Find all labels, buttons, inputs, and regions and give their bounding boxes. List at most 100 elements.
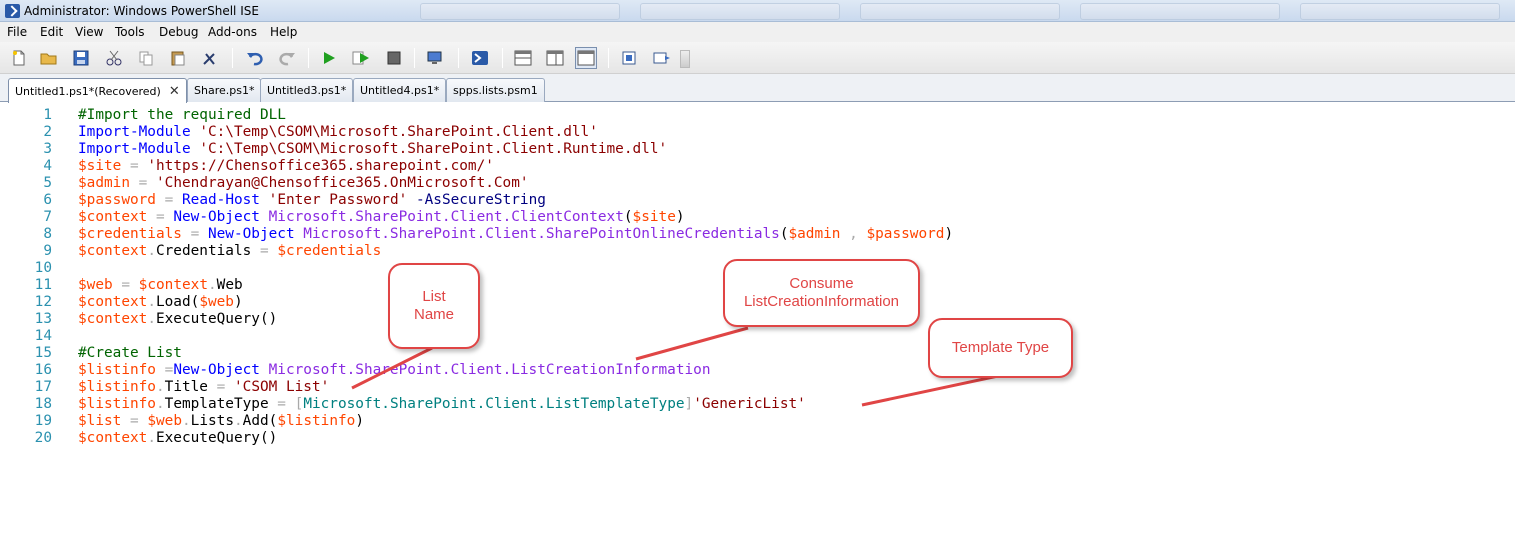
code-token: Microsoft.SharePoint.Client.ClientContex… <box>268 209 624 225</box>
code-token: () <box>259 311 278 327</box>
layout-top-icon[interactable] <box>512 47 534 69</box>
code-token: ( <box>190 294 200 310</box>
line-code[interactable]: #Import the required DLL <box>78 107 286 124</box>
new-file-icon[interactable] <box>8 47 30 69</box>
tab-untitled4[interactable]: Untitled4.ps1* <box>353 78 447 102</box>
code-token: Import-Module <box>78 141 191 157</box>
line-code[interactable]: $credentials = New-Object Microsoft.Shar… <box>78 226 953 243</box>
code-token: . <box>147 294 156 310</box>
code-line[interactable]: 17 $listinfo.Title = 'CSOM List' <box>0 379 1515 396</box>
layout-max-icon[interactable] <box>575 47 597 69</box>
code-token: = <box>277 396 286 412</box>
line-code[interactable]: $listinfo.Title = 'CSOM List' <box>78 379 329 396</box>
cut-icon[interactable] <box>103 47 125 69</box>
code-line[interactable]: 19 $list = $web.Lists.Add($listinfo) <box>0 413 1515 430</box>
menu-file[interactable]: File <box>7 25 27 39</box>
callout-template-type: Template Type <box>928 318 1073 378</box>
code-token: $web <box>147 413 182 429</box>
code-line[interactable]: 1 #Import the required DLL <box>0 107 1515 124</box>
code-token: $list <box>78 413 122 429</box>
code-line[interactable]: 15 #Create List <box>0 345 1515 362</box>
line-number: 18 <box>34 396 52 412</box>
code-line[interactable]: 16 $listinfo =New-Object Microsoft.ShareP… <box>0 362 1515 379</box>
undo-icon[interactable] <box>244 47 266 69</box>
save-icon[interactable] <box>70 47 92 69</box>
line-code[interactable]: Import-Module 'C:\Temp\CSOM\Microsoft.Sh… <box>78 124 598 141</box>
line-code[interactable]: #Create List <box>78 345 182 362</box>
code-line[interactable]: 14 <box>0 328 1515 345</box>
line-code[interactable]: $context.Credentials = $credentials <box>78 243 381 260</box>
code-token: $context <box>138 277 208 293</box>
tab-untitled1[interactable]: Untitled1.ps1*(Recovered) ✕ <box>8 78 187 103</box>
code-line[interactable]: 20 $context.ExecuteQuery() <box>0 430 1515 447</box>
code-token: Title <box>164 379 208 395</box>
code-token: 'C:\Temp\CSOM\Microsoft.SharePoint.Clien… <box>199 124 598 140</box>
tab-share[interactable]: Share.ps1* <box>187 78 262 102</box>
code-token: $context <box>78 311 148 327</box>
stop-icon[interactable] <box>383 47 405 69</box>
powershell-logo-icon <box>5 4 20 18</box>
code-token: $web <box>78 277 113 293</box>
menu-edit[interactable]: Edit <box>40 25 63 39</box>
close-tab-icon[interactable]: ✕ <box>169 84 180 99</box>
line-code[interactable]: $site = 'https://Chensoffice365.sharepoi… <box>78 158 494 175</box>
menu-tools[interactable]: Tools <box>115 25 145 39</box>
menu-view[interactable]: View <box>75 25 103 39</box>
tab-untitled3[interactable]: Untitled3.ps1* <box>260 78 354 102</box>
toolbar-overflow-grip[interactable] <box>680 50 690 68</box>
code-line[interactable]: 5 $admin = 'Chendrayan@Chensoffice365.OnM… <box>0 175 1515 192</box>
line-code[interactable]: $listinfo.TemplateType = [Microsoft.Shar… <box>78 396 806 413</box>
run-icon[interactable] <box>318 47 340 69</box>
powershell-icon[interactable] <box>469 47 491 69</box>
title-bar: Administrator: Windows PowerShell ISE <box>0 0 1515 22</box>
menu-debug[interactable]: Debug <box>159 25 198 39</box>
line-code[interactable]: $context.ExecuteQuery() <box>78 430 277 447</box>
line-code[interactable]: $password = Read-Host 'Enter Password' -… <box>78 192 546 209</box>
remote-tab-icon[interactable] <box>424 47 446 69</box>
menu-addons[interactable]: Add-ons <box>208 25 257 39</box>
code-token: ) <box>233 294 243 310</box>
code-line[interactable]: 4 $site = 'https://Chensoffice365.sharepo… <box>0 158 1515 175</box>
code-line[interactable]: 8 $credentials = New-Object Microsoft.Sha… <box>0 226 1515 243</box>
tab-label: Untitled3.ps1* <box>267 84 347 97</box>
line-code[interactable]: $admin = 'Chendrayan@Chensoffice365.OnMi… <box>78 175 529 192</box>
code-line[interactable]: 3 Import-Module 'C:\Temp\CSOM\Microsoft.S… <box>0 141 1515 158</box>
line-code[interactable]: $web = $context.Web <box>78 277 243 294</box>
code-token: Import-Module <box>78 124 191 140</box>
copy-icon[interactable] <box>135 47 157 69</box>
line-code[interactable]: $list = $web.Lists.Add($listinfo) <box>78 413 364 430</box>
code-token: . <box>155 379 165 395</box>
layout-right-icon[interactable] <box>544 47 566 69</box>
show-command-icon[interactable] <box>651 47 673 69</box>
code-token: 'CSOM List' <box>234 379 330 395</box>
line-code[interactable]: $context = New-Object Microsoft.SharePoi… <box>78 209 685 226</box>
code-token: #Import the required DLL <box>78 107 286 123</box>
paste-icon[interactable] <box>167 47 189 69</box>
code-token: $web <box>199 294 234 310</box>
line-number: 10 <box>34 260 52 276</box>
toolbar-separator <box>502 48 503 68</box>
run-selection-icon[interactable] <box>350 47 372 69</box>
code-line[interactable]: 6 $password = Read-Host 'Enter Password' … <box>0 192 1515 209</box>
menu-help[interactable]: Help <box>270 25 297 39</box>
line-code[interactable]: $context.ExecuteQuery() <box>78 311 277 328</box>
line-code[interactable]: $listinfo =New-Object Microsoft.SharePoi… <box>78 362 711 379</box>
redo-icon[interactable] <box>276 47 298 69</box>
tab-spps-lists[interactable]: spps.lists.psm1 <box>446 78 545 102</box>
line-number: 11 <box>34 277 52 293</box>
code-line[interactable]: 2 Import-Module 'C:\Temp\CSOM\Microsoft.S… <box>0 124 1515 141</box>
clear-icon[interactable] <box>199 47 221 69</box>
line-code[interactable]: Import-Module 'C:\Temp\CSOM\Microsoft.Sh… <box>78 141 667 158</box>
code-token: Microsoft.SharePoint.Client.ListCreation… <box>268 362 711 378</box>
code-token: $listinfo <box>78 396 156 412</box>
code-line[interactable]: 7 $context = New-Object Microsoft.SharePo… <box>0 209 1515 226</box>
open-folder-icon[interactable] <box>38 47 60 69</box>
show-script-pane-icon[interactable] <box>619 47 641 69</box>
line-code[interactable]: $context.Load($web) <box>78 294 243 311</box>
code-token: 'C:\Temp\CSOM\Microsoft.SharePoint.Clien… <box>199 141 668 157</box>
code-token: ExecuteQuery <box>155 430 260 446</box>
code-token: ) <box>944 226 954 242</box>
code-line[interactable]: 18 $listinfo.TemplateType = [Microsoft.Sh… <box>0 396 1515 413</box>
code-line[interactable]: 9 $context.Credentials = $credentials <box>0 243 1515 260</box>
